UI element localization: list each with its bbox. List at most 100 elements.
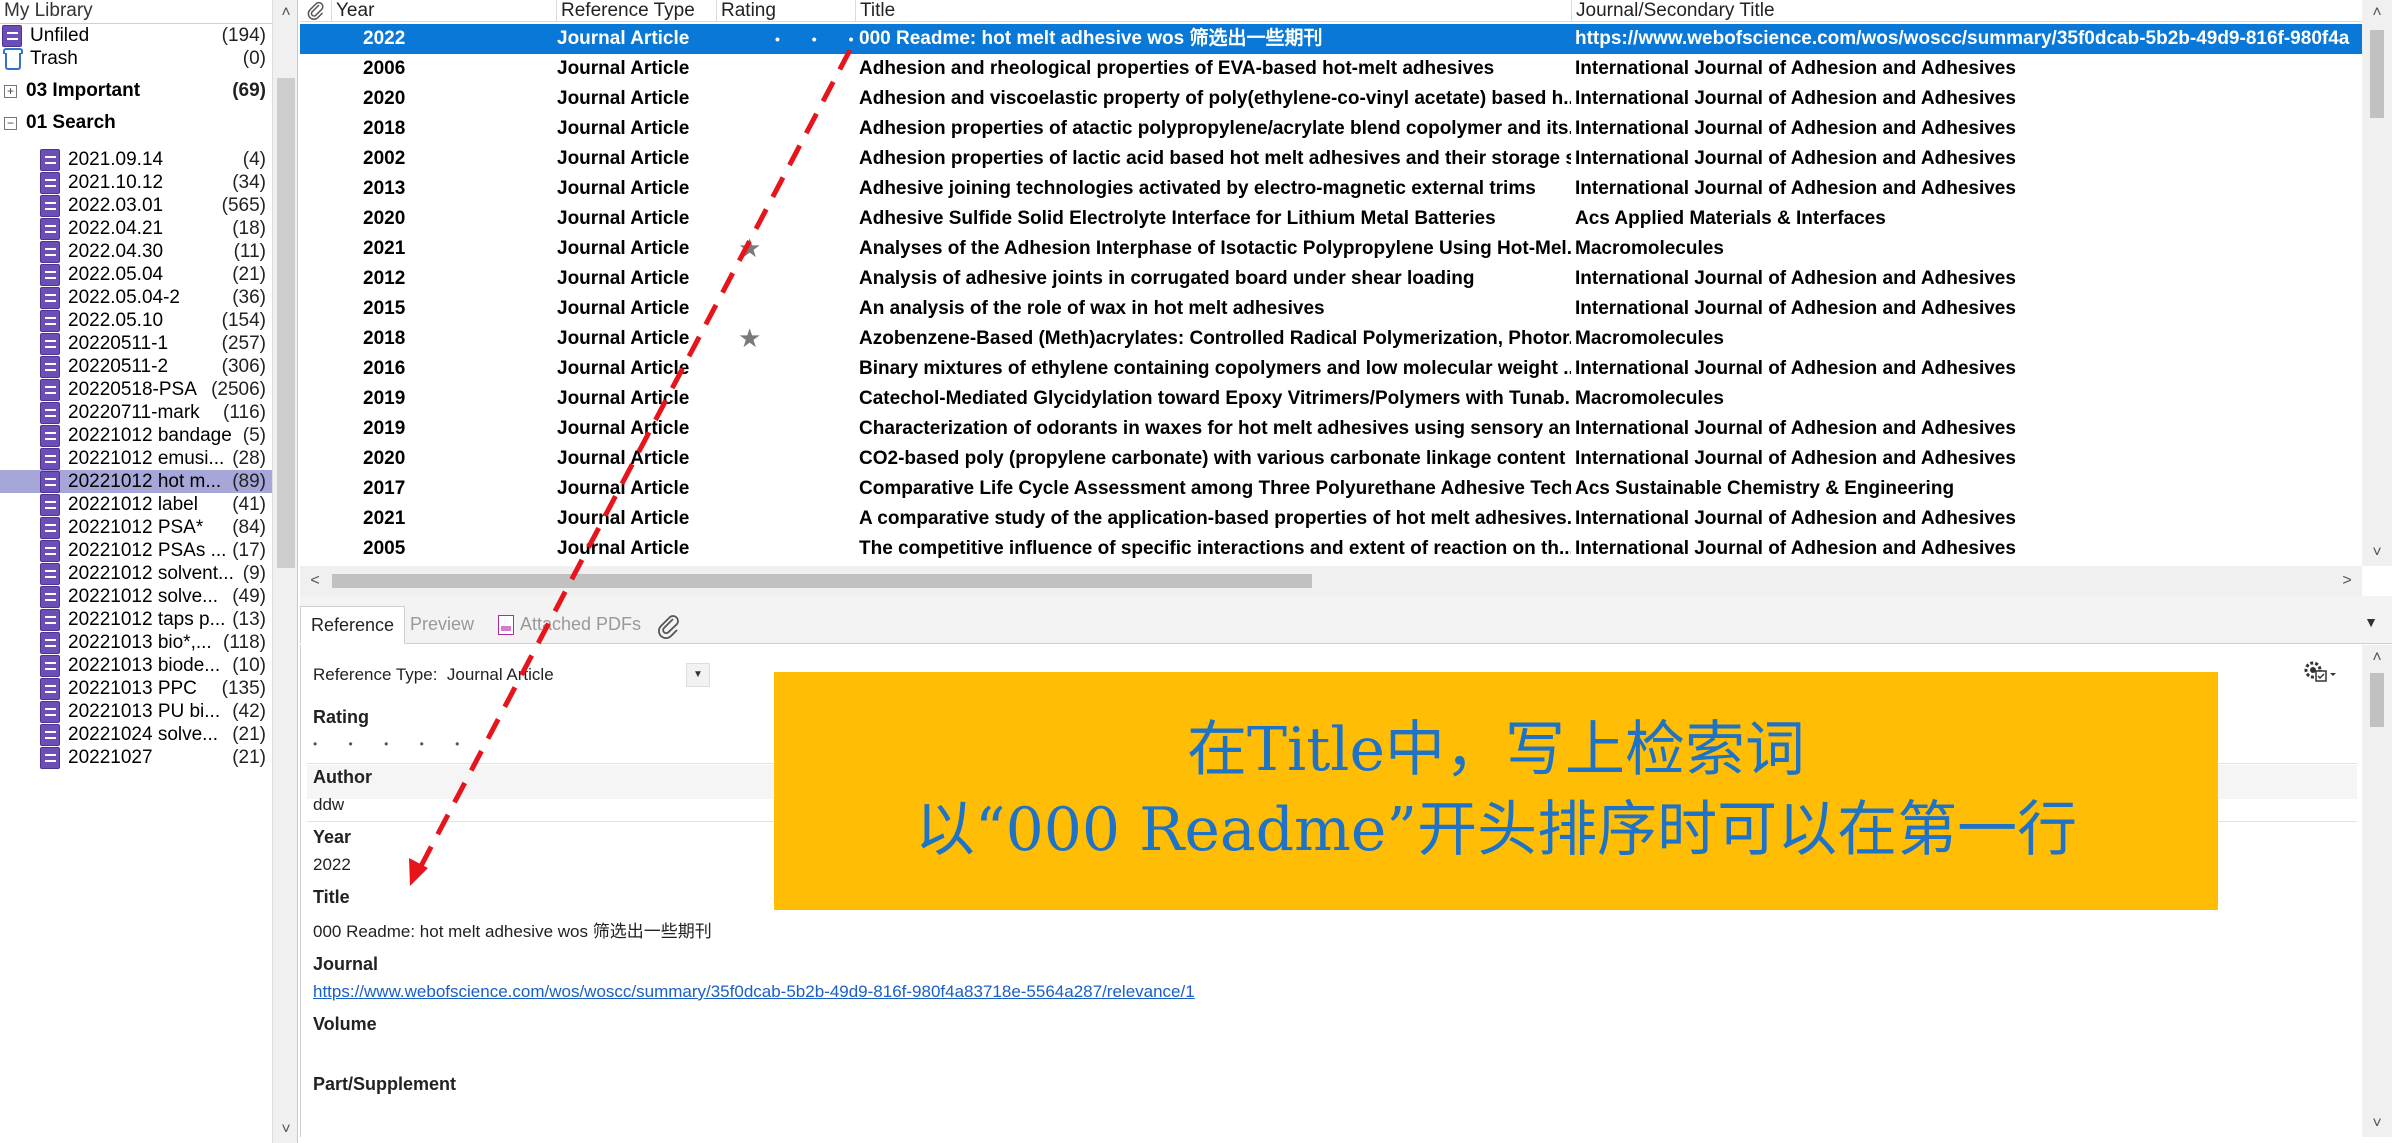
rating-cell[interactable]: [718, 114, 853, 144]
panel-menu-icon[interactable]: ▼: [2364, 614, 2378, 630]
table-row[interactable]: 2020 Journal Article CO2-based poly (propy…: [300, 444, 2362, 474]
sidebar-item[interactable]: 20220711-mark (116): [0, 401, 272, 424]
star-icon[interactable]: ★: [738, 324, 761, 353]
list-vertical-scroll-thumb[interactable]: [2370, 30, 2384, 118]
rating-cell[interactable]: [718, 84, 853, 114]
rating-cell[interactable]: [718, 474, 853, 504]
sidebar-item[interactable]: 20221013 PU bi... (42): [0, 700, 272, 723]
table-row[interactable]: 2020 Journal Article Adhesive Sulfide Soli…: [300, 204, 2362, 234]
rating-cell[interactable]: [718, 294, 853, 324]
rating-cell[interactable]: [718, 264, 853, 294]
sidebar-item[interactable]: Trash (0): [0, 47, 272, 70]
rating-cell[interactable]: [718, 354, 853, 384]
sidebar-item[interactable]: 20221013 PPC (135): [0, 677, 272, 700]
table-row[interactable]: 2020 Journal Article Adhesion and viscoela…: [300, 84, 2362, 114]
sidebar-item[interactable]: 20221012 bandage (5): [0, 424, 272, 447]
attachment-column-header[interactable]: [300, 0, 332, 22]
sidebar-item[interactable]: 2022.05.04-2 (36): [0, 286, 272, 309]
rating-cell[interactable]: [718, 534, 853, 564]
table-row[interactable]: 2015 Journal Article An analysis of the ro…: [300, 294, 2362, 324]
attach-file-icon[interactable]: [656, 613, 682, 639]
list-horizontal-scroll-thumb[interactable]: [332, 574, 1312, 588]
scroll-right-icon[interactable]: >: [2332, 566, 2362, 596]
sidebar-item[interactable]: 20221012 solve... (49): [0, 585, 272, 608]
rating-cell[interactable]: [718, 414, 853, 444]
title-field-value[interactable]: 000 Readme: hot melt adhesive wos 筛选出一些期…: [313, 917, 712, 942]
expand-icon[interactable]: +: [4, 84, 17, 98]
sidebar-item[interactable]: 20220511-2 (306): [0, 355, 272, 378]
tab-reference[interactable]: Reference: [300, 606, 406, 644]
rating-cell[interactable]: ★: [718, 234, 853, 264]
scroll-left-icon[interactable]: <: [300, 566, 330, 596]
sidebar-item[interactable]: 20221013 bio*,... (118): [0, 631, 272, 654]
column-header-reference-type[interactable]: Reference Type: [557, 0, 717, 22]
column-header-title[interactable]: Title: [856, 0, 1572, 22]
rating-cell[interactable]: [718, 204, 853, 234]
table-row[interactable]: 2018 Journal Article Adhesion properties o…: [300, 114, 2362, 144]
sidebar-item[interactable]: Unfiled (194): [0, 24, 272, 47]
table-row[interactable]: 2013 Journal Article Adhesive joining tech…: [300, 174, 2362, 204]
rating-cell[interactable]: [718, 444, 853, 474]
volume-field-value[interactable]: [313, 1042, 913, 1066]
column-header-journal[interactable]: Journal/Secondary Title: [1572, 0, 2362, 22]
list-vertical-scrollbar[interactable]: ˄ ˅: [2362, 0, 2392, 566]
sidebar-item[interactable]: 20221013 biode... (10): [0, 654, 272, 677]
tab-attached-pdfs[interactable]: Attached PDFs: [488, 606, 651, 644]
sidebar-item[interactable]: 20220518-PSA (2506): [0, 378, 272, 401]
tab-preview[interactable]: Preview: [400, 606, 484, 644]
sidebar-item[interactable]: 20221012 emusi... (28): [0, 447, 272, 470]
sidebar-item[interactable]: 20221024 solve... (21): [0, 723, 272, 746]
editor-vertical-scrollbar[interactable]: ˄ ˅: [2362, 645, 2392, 1137]
year-field-value[interactable]: 2022: [313, 855, 351, 875]
sidebar-item[interactable]: 20221012 taps p... (13): [0, 608, 272, 631]
sidebar-item[interactable]: 20221012 PSA* (84): [0, 516, 272, 539]
collapse-icon[interactable]: −: [4, 116, 17, 130]
sidebar-item[interactable]: 2022.04.30 (11): [0, 240, 272, 263]
rating-cell[interactable]: [718, 54, 853, 84]
sidebar-item[interactable]: 20221012 label (41): [0, 493, 272, 516]
table-row[interactable]: 2017 Journal Article Comparative Life Cycl…: [300, 474, 2362, 504]
reference-type-selector[interactable]: Reference Type: Journal Article: [313, 665, 554, 685]
my-library-header[interactable]: My Library: [0, 0, 272, 24]
editor-scroll-thumb[interactable]: [2370, 673, 2384, 727]
table-row[interactable]: 2021 Journal Article ★ Analyses of the Adhe…: [300, 234, 2362, 264]
scroll-down-icon[interactable]: ˅: [273, 1117, 297, 1143]
scroll-up-icon[interactable]: ˄: [2362, 645, 2392, 671]
pane-splitter[interactable]: [300, 596, 2392, 606]
sidebar-item[interactable]: 20220511-1 (257): [0, 332, 272, 355]
sidebar-item[interactable]: 20221027 (21): [0, 746, 272, 769]
table-row[interactable]: 2022 Journal Article • • • • • 000 Readme: …: [300, 24, 2362, 54]
scroll-down-icon[interactable]: ˅: [2362, 1111, 2392, 1137]
scroll-up-icon[interactable]: ˄: [2362, 0, 2392, 26]
author-field-value[interactable]: ddw: [313, 795, 344, 815]
sidebar-item[interactable]: −01 Search: [0, 108, 272, 138]
rating-field-value[interactable]: • • • • •: [313, 737, 473, 751]
table-row[interactable]: 2018 Journal Article ★ Azobenzene-Based (Me…: [300, 324, 2362, 354]
star-icon[interactable]: ★: [738, 234, 761, 263]
rating-cell[interactable]: ★: [718, 324, 853, 354]
table-row[interactable]: 2021 Journal Article A comparative study o…: [300, 504, 2362, 534]
table-row[interactable]: 2019 Journal Article Characterization of o…: [300, 414, 2362, 444]
rating-cell[interactable]: [718, 174, 853, 204]
rating-cell[interactable]: [718, 144, 853, 174]
list-horizontal-scrollbar[interactable]: < >: [300, 566, 2362, 596]
column-header-year[interactable]: Year: [332, 0, 557, 22]
sidebar-item[interactable]: 2021.09.14 (4): [0, 148, 272, 171]
journal-field-value[interactable]: https://www.webofscience.com/wos/woscc/s…: [313, 982, 1195, 1002]
rating-cell[interactable]: • • • • •: [718, 24, 853, 54]
sidebar-item[interactable]: 20221012 solvent... (9): [0, 562, 272, 585]
gear-icon[interactable]: [2300, 657, 2340, 687]
scroll-up-icon[interactable]: ˄: [273, 0, 297, 26]
table-row[interactable]: 2016 Journal Article Binary mixtures of et…: [300, 354, 2362, 384]
sidebar-scroll-thumb[interactable]: [277, 78, 295, 568]
table-row[interactable]: 2002 Journal Article Adhesion properties o…: [300, 144, 2362, 174]
sidebar-item[interactable]: 20221012 hot m... (89): [0, 470, 272, 493]
rating-dots[interactable]: • • • • •: [775, 31, 853, 47]
rating-cell[interactable]: [718, 504, 853, 534]
scroll-down-icon[interactable]: ˅: [2362, 540, 2392, 566]
sidebar-item[interactable]: 2022.05.10 (154): [0, 309, 272, 332]
table-row[interactable]: 2005 Journal Article The competitive influ…: [300, 534, 2362, 564]
dropdown-arrow-icon[interactable]: ▼: [686, 663, 710, 687]
table-row[interactable]: 2019 Journal Article Catechol-Mediated Gly…: [300, 384, 2362, 414]
table-row[interactable]: 2012 Journal Article Analysis of adhesive …: [300, 264, 2362, 294]
